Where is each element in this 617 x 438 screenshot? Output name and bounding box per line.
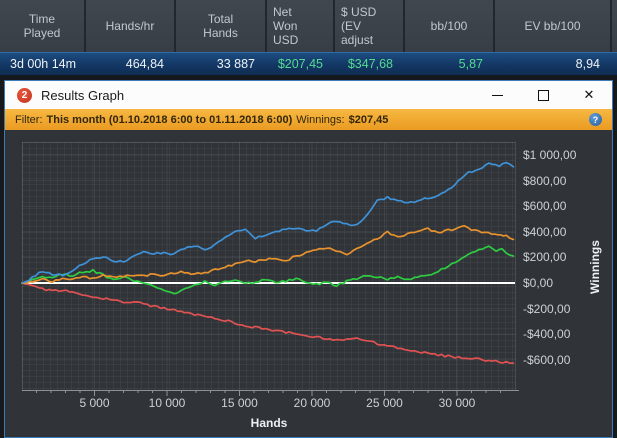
y-axis-title: Winnings <box>588 240 602 294</box>
winnings-value: $207,45 <box>348 113 389 126</box>
stats-header-cell[interactable]: $ USD (EV adjust <box>335 0 405 52</box>
filter-label: Filter: <box>15 113 43 126</box>
stats-value-cell[interactable]: 5,87 <box>405 57 495 71</box>
y-tick-label: $200,00 <box>523 250 567 265</box>
window-titlebar[interactable]: 2 Results Graph ✕ <box>5 81 612 109</box>
chart-canvas <box>21 142 519 396</box>
y-tick-label: -$400,00 <box>523 327 571 342</box>
stats-header-cell[interactable]: Hands/hr <box>86 0 176 52</box>
screen: Time Played Hands/hr Total Hands Net Won US… <box>0 0 617 438</box>
filter-bar: Filter: This month (01.10.2018 6:00 to 0… <box>5 109 612 130</box>
stats-value-cell[interactable]: 3d 00h 14m <box>0 57 86 71</box>
stats-header-cell[interactable]: Net Won USD <box>267 0 335 52</box>
maximize-icon <box>537 89 549 101</box>
stats-value-cell[interactable]: 33 887 <box>176 57 267 71</box>
minimize-button[interactable] <box>474 81 520 109</box>
stats-value-cell[interactable]: 8,94 <box>495 57 612 71</box>
results-graph-window: 2 Results Graph ✕ Filter: This month (01… <box>4 80 613 438</box>
stats-header-cell[interactable]: EV bb/100 <box>495 0 612 52</box>
help-icon[interactable]: ? <box>589 113 602 126</box>
x-axis-title: Hands <box>250 416 288 430</box>
x-tick-label: 10 000 <box>148 396 186 410</box>
winnings-label: Winnings: <box>296 113 345 126</box>
stats-value-cell[interactable]: $207,45 <box>267 57 335 71</box>
series-red-line <box>21 282 515 364</box>
stats-value-cell[interactable]: $347,68 <box>335 57 405 71</box>
window-title: Results Graph <box>41 87 125 103</box>
y-tick-label: $800,00 <box>523 173 567 188</box>
filter-range: This month (01.10.2018 6:00 to 01.11.201… <box>46 113 293 126</box>
x-tick-label: 25 000 <box>366 396 403 410</box>
close-button[interactable]: ✕ <box>566 81 612 109</box>
stats-header-row: Time Played Hands/hr Total Hands Net Won US… <box>0 0 617 52</box>
y-tick-label: -$200,00 <box>523 301 571 316</box>
y-tick-label: $400,00 <box>523 224 567 239</box>
x-tick-label: 5 000 <box>79 396 110 410</box>
series-green-line <box>21 245 515 295</box>
y-tick-label: -$600,00 <box>523 352 571 367</box>
stats-header-cell[interactable]: Total Hands <box>176 0 267 52</box>
y-tick-label: $1 000,00 <box>523 148 577 162</box>
stats-table: Time Played Hands/hr Total Hands Net Won US… <box>0 0 617 80</box>
minimize-icon <box>491 94 503 96</box>
y-tick-label: $600,00 <box>523 199 567 214</box>
hm2-logo-icon: 2 <box>17 87 32 103</box>
x-tick-label: 15 000 <box>221 396 258 410</box>
x-tick-label: 20 000 <box>293 396 331 410</box>
stats-value-row[interactable]: 3d 00h 14m 464,84 33 887 $207,45 $347,68 5,87… <box>0 52 617 75</box>
maximize-button[interactable] <box>520 81 566 109</box>
stats-value-cell[interactable]: 464,84 <box>86 57 176 71</box>
stats-header-cell[interactable]: Time Played <box>0 0 86 52</box>
window-controls: ✕ <box>474 81 612 109</box>
results-chart: $1 000,00 $800,00 $600,00 $400,00 $200,00 $0,… <box>5 130 612 437</box>
x-tick-label: 30 000 <box>438 396 476 410</box>
y-tick-label: $0,00 <box>523 276 554 290</box>
stats-header-cell[interactable]: bb/100 <box>405 0 495 52</box>
